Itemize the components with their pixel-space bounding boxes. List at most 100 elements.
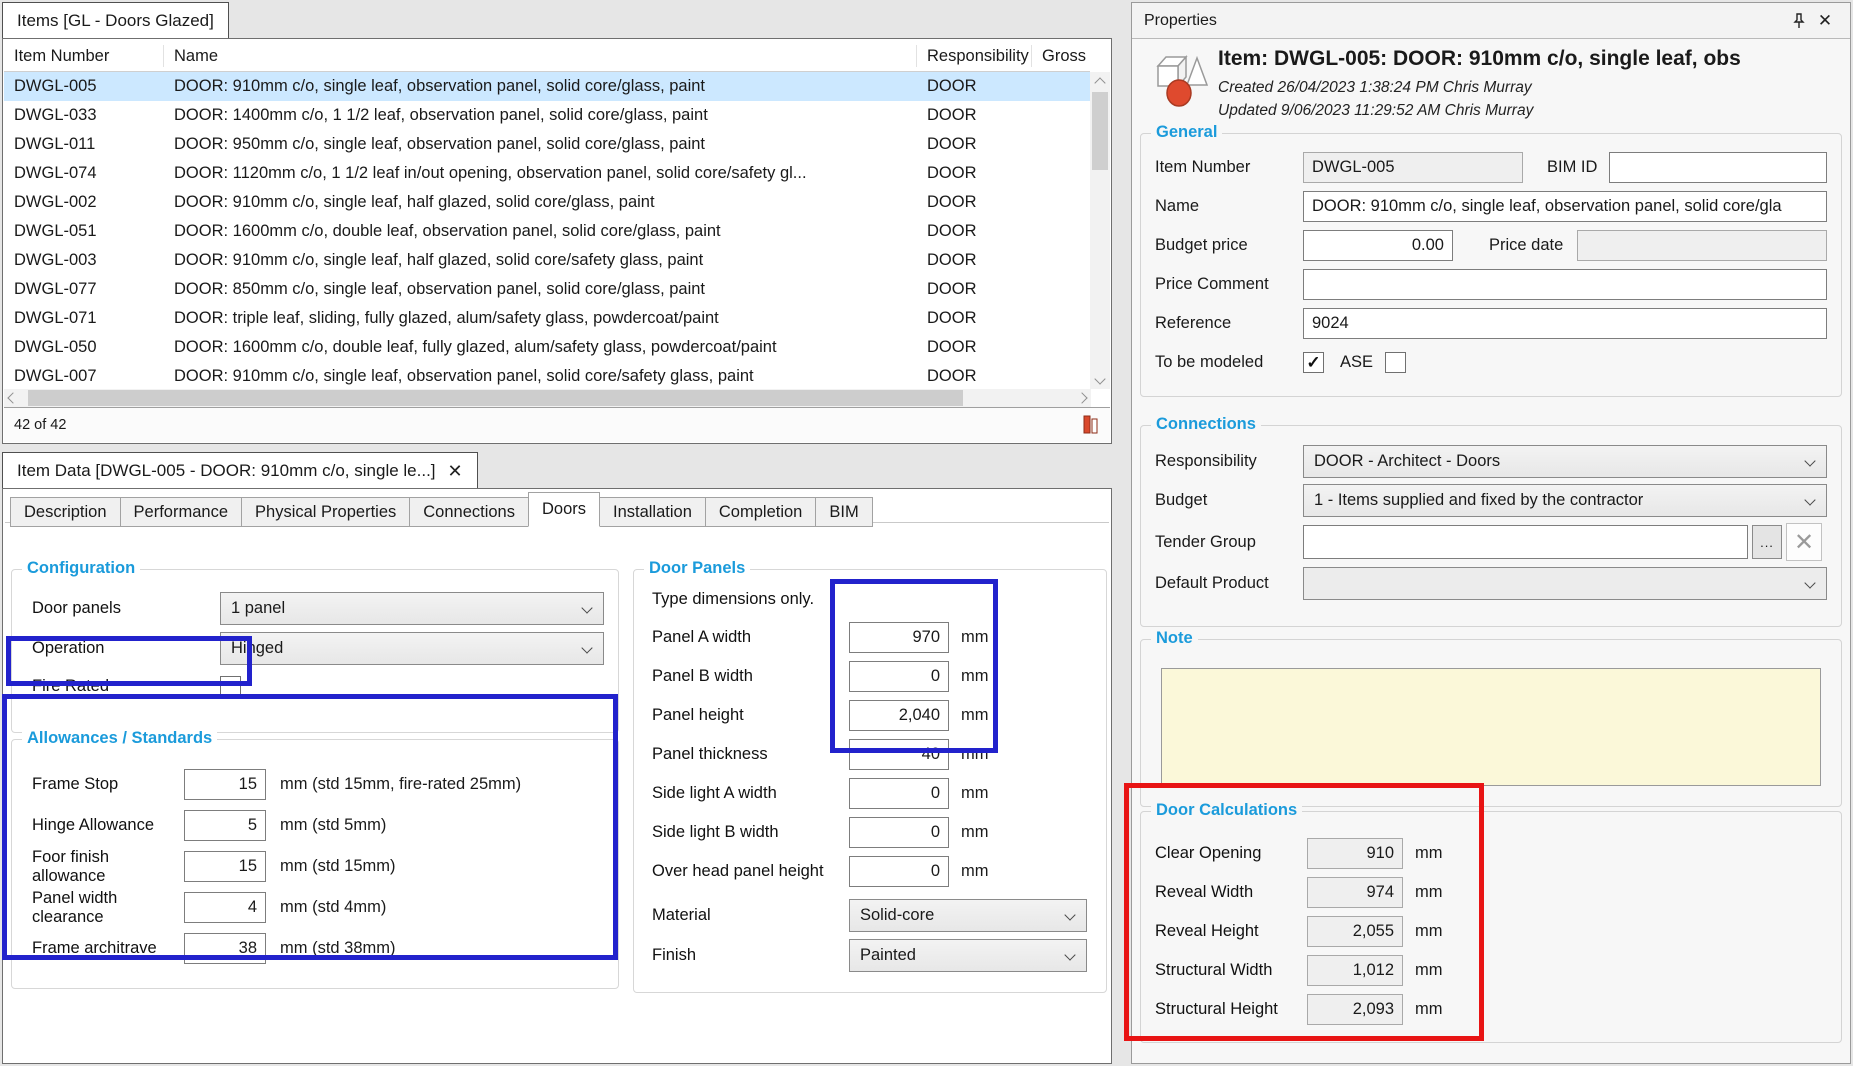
properties-titlebar: Properties ✕ <box>1132 3 1850 39</box>
item-number-field[interactable]: DWGL-005 <box>1303 152 1523 183</box>
unit-label: mm <box>1415 883 1443 902</box>
tab-item[interactable]: Installation <box>599 497 706 527</box>
allowance-row: Frame Stop 15 mm (std 15mm, fire-rated 2… <box>32 764 608 805</box>
dimension-input[interactable]: 0 <box>849 856 949 887</box>
allowance-input[interactable]: 15 <box>184 769 266 800</box>
item-header-title: Item: DWGL-005: DOOR: 910mm c/o, single … <box>1218 47 1848 71</box>
cell-name: DOOR: 1400mm c/o, 1 1/2 leaf, observatio… <box>164 106 917 125</box>
price-comment-field[interactable] <box>1303 269 1827 300</box>
allowance-input[interactable]: 15 <box>184 851 266 882</box>
allowance-label: Frame Stop <box>32 775 184 794</box>
table-row[interactable]: DWGL-005 DOOR: 910mm c/o, single leaf, o… <box>4 72 1091 101</box>
dimension-row: Panel B width 0 mm <box>652 657 1096 696</box>
default-product-select[interactable] <box>1303 567 1827 600</box>
scroll-down-icon[interactable] <box>1090 372 1110 389</box>
items-tab-label: Items [GL - Doors Glazed] <box>17 4 214 38</box>
table-row[interactable]: DWGL-003 DOOR: 910mm c/o, single leaf, h… <box>4 246 1091 275</box>
tab-label: Physical Properties <box>255 503 396 522</box>
dimension-input[interactable]: 2,040 <box>849 700 949 731</box>
close-icon[interactable]: ✕ <box>1812 9 1838 33</box>
dimension-input[interactable]: 0 <box>849 778 949 809</box>
tender-group-field[interactable] <box>1303 525 1748 559</box>
fire-rated-checkbox[interactable] <box>220 676 241 697</box>
scrollbar-thumb[interactable] <box>28 390 963 406</box>
ase-checkbox[interactable] <box>1385 352 1406 373</box>
close-icon[interactable]: ✕ <box>448 454 463 488</box>
clear-icon[interactable]: ✕ <box>1786 523 1822 561</box>
table-row[interactable]: DWGL-007 DOOR: 910mm c/o, single leaf, o… <box>4 362 1091 389</box>
items-tab[interactable]: Items [GL - Doors Glazed] <box>2 2 229 38</box>
cell-item-number: DWGL-007 <box>4 367 164 386</box>
column-header-name[interactable]: Name <box>164 45 917 67</box>
browse-button[interactable]: ... <box>1752 525 1782 559</box>
dimension-input[interactable]: 40 <box>849 739 949 770</box>
configuration-title: Configuration <box>22 559 140 578</box>
item-data-tab-label: Item Data [DWGL-005 - DOOR: 910mm c/o, s… <box>17 454 436 488</box>
finish-select[interactable]: Painted <box>849 939 1087 972</box>
door-panels-select[interactable]: 1 panel <box>220 592 604 625</box>
dimension-input[interactable]: 0 <box>849 817 949 848</box>
dimension-input[interactable]: 970 <box>849 622 949 653</box>
dimension-label: Panel height <box>652 706 849 725</box>
horizontal-scrollbar[interactable] <box>4 389 1091 407</box>
calculation-row: Reveal Width 974 mm <box>1155 873 1831 912</box>
item-data-tab[interactable]: Item Data [DWGL-005 - DOOR: 910mm c/o, s… <box>2 452 478 488</box>
table-row[interactable]: DWGL-071 DOOR: triple leaf, sliding, ful… <box>4 304 1091 333</box>
note-textarea[interactable] <box>1161 668 1821 786</box>
cell-responsibility: DOOR <box>917 106 1032 125</box>
table-row[interactable]: DWGL-077 DOOR: 850mm c/o, single leaf, o… <box>4 275 1091 304</box>
tab-item[interactable]: Physical Properties <box>241 497 410 527</box>
table-row[interactable]: DWGL-033 DOOR: 1400mm c/o, 1 1/2 leaf, o… <box>4 101 1091 130</box>
to-be-modeled-checkbox[interactable]: ✓ <box>1303 352 1324 373</box>
allowance-note: mm (std 38mm) <box>280 939 396 958</box>
tab-item[interactable]: Description <box>10 497 121 527</box>
scroll-left-icon[interactable] <box>7 392 18 403</box>
allowance-label: Panel width clearance <box>32 889 184 927</box>
table-row[interactable]: DWGL-002 DOOR: 910mm c/o, single leaf, h… <box>4 188 1091 217</box>
scroll-right-icon[interactable] <box>1076 392 1087 403</box>
responsibility-select[interactable]: DOOR - Architect - Doors <box>1303 445 1827 478</box>
columns-icon[interactable] <box>1082 414 1100 436</box>
budget-price-field[interactable]: 0.00 <box>1303 230 1453 261</box>
tab-item[interactable]: Connections <box>409 497 529 527</box>
tab-item[interactable]: Performance <box>120 497 242 527</box>
table-row[interactable]: DWGL-051 DOOR: 1600mm c/o, double leaf, … <box>4 217 1091 246</box>
price-date-field[interactable] <box>1577 230 1827 261</box>
cell-name: DOOR: 850mm c/o, single leaf, observatio… <box>164 280 917 299</box>
budget-price-label: Budget price <box>1155 236 1303 255</box>
budget-select[interactable]: 1 - Items supplied and fixed by the cont… <box>1303 484 1827 517</box>
table-row[interactable]: DWGL-074 DOOR: 1120mm c/o, 1 1/2 leaf in… <box>4 159 1091 188</box>
dimension-input[interactable]: 0 <box>849 661 949 692</box>
column-header-gross[interactable]: Gross <box>1032 45 1090 67</box>
tab-item[interactable]: Completion <box>705 497 816 527</box>
general-group: General Item Number DWGL-005 BIM ID Name… <box>1140 133 1842 397</box>
operation-select[interactable]: Hinged <box>220 632 604 665</box>
allowance-row: Panel width clearance 4 mm (std 4mm) <box>32 887 608 928</box>
note-group: Note <box>1140 639 1842 807</box>
scroll-up-icon[interactable] <box>1096 72 1104 89</box>
name-field[interactable]: DOOR: 910mm c/o, single leaf, observatio… <box>1303 191 1827 222</box>
calculation-field: 974 <box>1307 877 1403 908</box>
vertical-scrollbar[interactable] <box>1090 72 1110 389</box>
unit-label: mm <box>961 706 989 725</box>
allowances-group: Allowances / Standards Frame Stop 15 mm … <box>11 739 619 989</box>
bim-id-field[interactable] <box>1609 152 1827 183</box>
pin-icon[interactable] <box>1786 9 1812 33</box>
scrollbar-thumb[interactable] <box>1092 92 1108 170</box>
cell-name: DOOR: 910mm c/o, single leaf, observatio… <box>164 77 917 96</box>
door-panels-value: 1 panel <box>231 599 285 618</box>
table-row[interactable]: DWGL-011 DOOR: 950mm c/o, single leaf, o… <box>4 130 1091 159</box>
tab-item[interactable]: Doors <box>528 492 600 527</box>
allowance-input[interactable]: 5 <box>184 810 266 841</box>
bim-id-label: BIM ID <box>1547 158 1597 177</box>
column-header-item-number[interactable]: Item Number <box>4 45 164 67</box>
reference-field[interactable]: 9024 <box>1303 308 1827 339</box>
column-header-responsibility[interactable]: Responsibility <box>917 45 1032 67</box>
tab-item[interactable]: BIM <box>815 497 872 527</box>
record-count: 42 of 42 <box>14 417 66 433</box>
allowance-input[interactable]: 38 <box>184 933 266 964</box>
allowance-input[interactable]: 4 <box>184 892 266 923</box>
table-row[interactable]: DWGL-050 DOOR: 1600mm c/o, double leaf, … <box>4 333 1091 362</box>
allowance-note: mm (std 5mm) <box>280 816 386 835</box>
material-select[interactable]: Solid-core <box>849 899 1087 932</box>
